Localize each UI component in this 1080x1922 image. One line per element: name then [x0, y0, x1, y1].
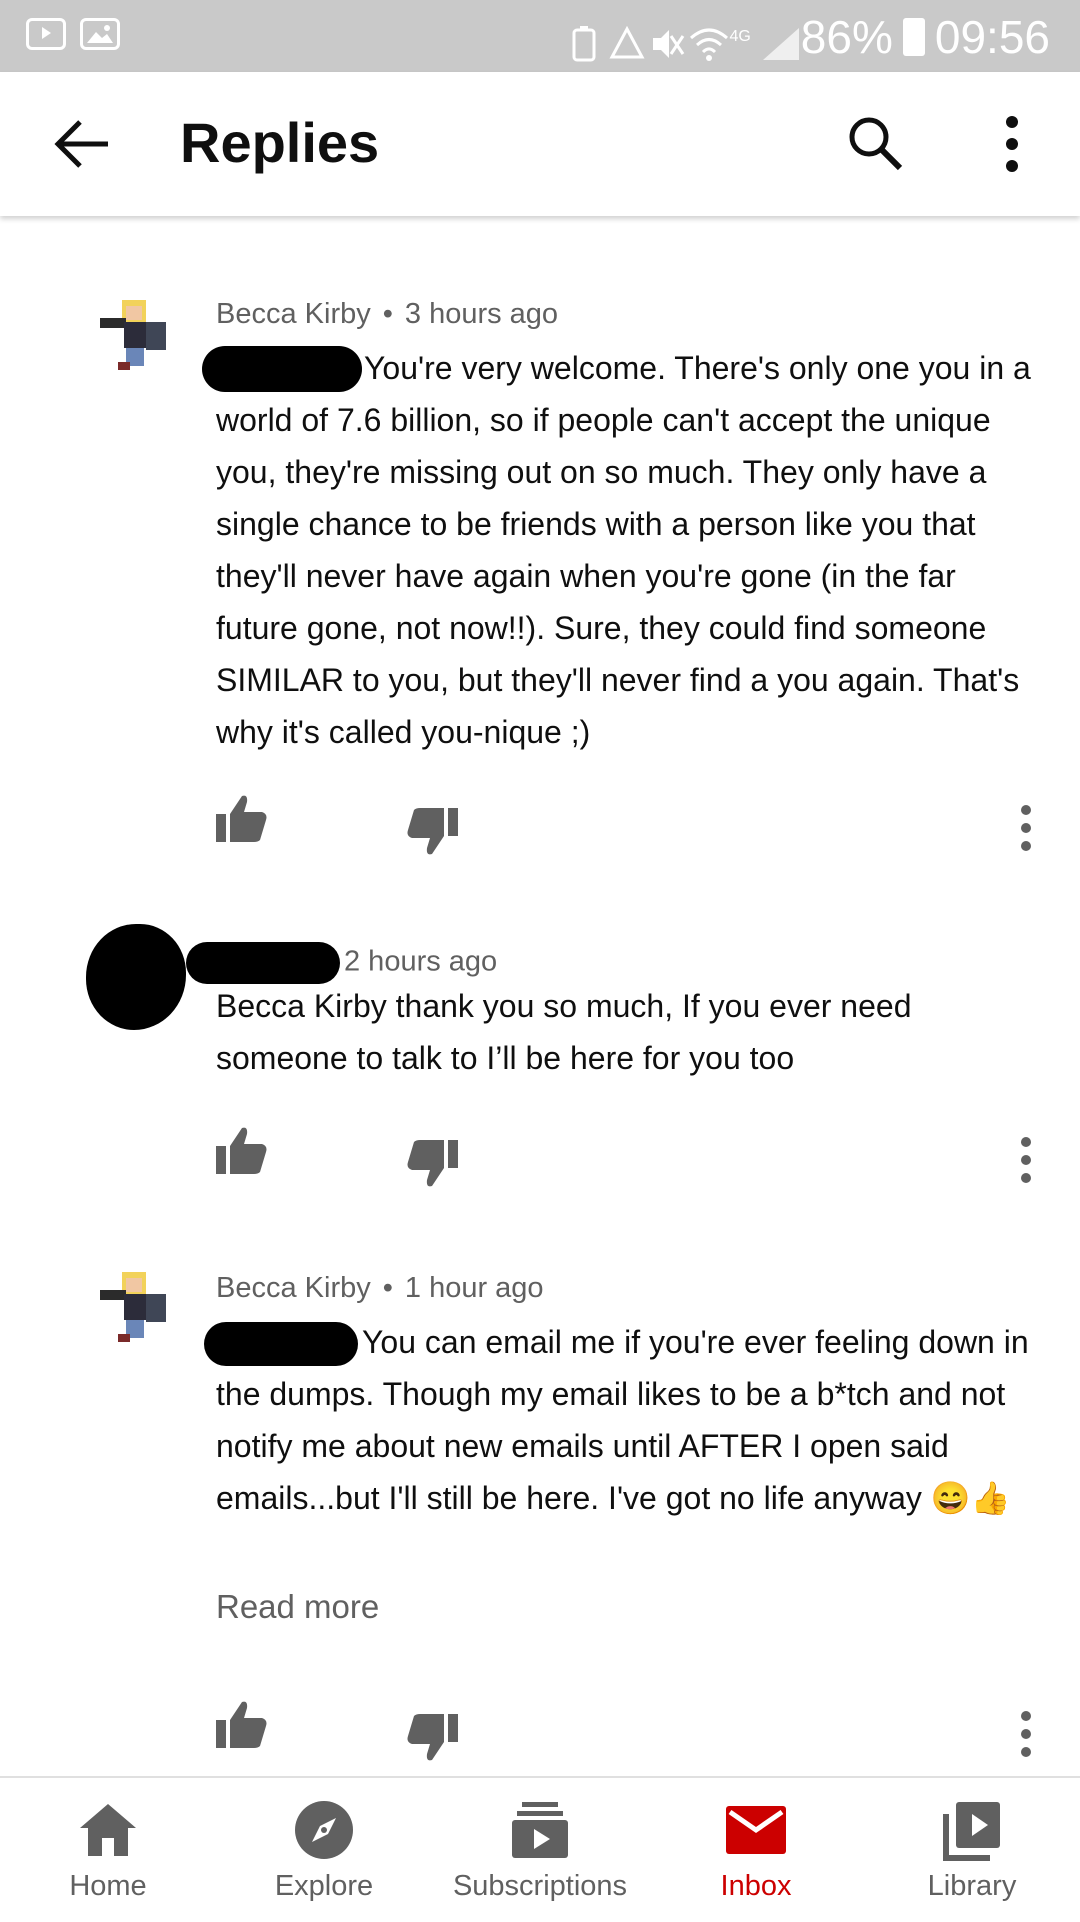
- redacted-mention: [204, 1322, 358, 1366]
- recycle-icon: [609, 19, 645, 59]
- thumbs-up-icon: [216, 1127, 267, 1174]
- explore-icon: [295, 1801, 353, 1859]
- comment-author[interactable]: Becca Kirby: [216, 298, 371, 330]
- page-title: Replies: [180, 111, 380, 174]
- search-icon: [849, 117, 903, 171]
- comment-meta: 2 hours ago: [186, 942, 498, 984]
- avatar-redacted[interactable]: [86, 924, 186, 1030]
- avatar[interactable]: [96, 1268, 172, 1344]
- search-button[interactable]: [844, 112, 908, 176]
- nav-inbox[interactable]: Inbox: [648, 1778, 864, 1922]
- dislike-button[interactable]: [404, 1708, 460, 1764]
- network-type-label: 4G: [729, 28, 751, 45]
- wifi-icon: [689, 19, 729, 61]
- comment-text: Becca Kirby thank you so much, If you ev…: [216, 988, 912, 1076]
- more-vertical-icon: [1021, 1711, 1031, 1757]
- dislike-button[interactable]: [404, 1134, 460, 1190]
- back-button[interactable]: [50, 114, 120, 174]
- comment-meta: Becca Kirby • 1 hour ago: [216, 1272, 544, 1304]
- comment-time: 2 hours ago: [344, 945, 498, 978]
- thumbs-up-icon: [216, 1701, 267, 1748]
- more-vertical-icon: [1006, 116, 1018, 172]
- thumbs-down-icon: [407, 808, 458, 855]
- thumbs-down-icon: [407, 1140, 458, 1187]
- gallery-notification-icon: [80, 18, 120, 50]
- battery-percent: 86%: [800, 11, 893, 63]
- nav-label: Explore: [274, 1870, 374, 1902]
- dislike-button[interactable]: [404, 802, 460, 858]
- app-bar: Replies: [0, 72, 1080, 216]
- read-more-link[interactable]: Read more: [216, 1588, 379, 1626]
- comment-text: You can email me if you're ever feeling …: [204, 1316, 1036, 1524]
- nav-label: Home: [69, 1870, 147, 1902]
- inbox-icon: [726, 1806, 786, 1854]
- arrow-left-icon: [54, 120, 108, 168]
- battery-icon: [902, 18, 925, 56]
- library-icon: [943, 1802, 1000, 1861]
- avatar[interactable]: [96, 296, 172, 372]
- home-icon: [80, 1804, 136, 1856]
- mute-icon: [649, 19, 685, 58]
- comment-text: You're very welcome. There's only one yo…: [202, 342, 1036, 758]
- battery-saver-icon: [569, 19, 599, 62]
- nav-label: Inbox: [720, 1870, 792, 1902]
- subscriptions-icon: [512, 1802, 568, 1858]
- comment-more-button[interactable]: [1010, 1708, 1042, 1760]
- redacted-author: [186, 942, 340, 984]
- comment-time: 1 hour ago: [404, 1272, 544, 1304]
- nav-subscriptions[interactable]: Subscriptions: [432, 1778, 648, 1922]
- redacted-mention: [202, 346, 362, 392]
- youtube-notification-icon: [26, 18, 66, 50]
- thumbs-down-icon: [407, 1714, 458, 1761]
- nav-explore[interactable]: Explore: [216, 1778, 432, 1922]
- like-button[interactable]: [214, 792, 270, 848]
- nav-home[interactable]: Home: [0, 1778, 216, 1922]
- status-time: 09:56: [934, 11, 1050, 63]
- like-button[interactable]: [214, 1124, 270, 1180]
- status-bar: 4G 86% 09:56: [0, 0, 1080, 72]
- comment-more-button[interactable]: [1010, 1134, 1042, 1186]
- comment-time: 3 hours ago: [404, 298, 559, 330]
- bottom-nav: Home Explore Subscriptions Inbox Library: [0, 1776, 1080, 1922]
- more-vertical-icon: [1021, 1137, 1031, 1183]
- comment-more-button[interactable]: [1010, 802, 1042, 854]
- more-vertical-icon: [1021, 805, 1031, 851]
- nav-library[interactable]: Library: [864, 1778, 1080, 1922]
- nav-label: Subscriptions: [452, 1870, 628, 1902]
- like-button[interactable]: [214, 1698, 270, 1754]
- comment-meta: Becca Kirby • 3 hours ago: [216, 298, 559, 330]
- nav-label: Library: [927, 1870, 1017, 1902]
- more-options-button[interactable]: [992, 112, 1032, 176]
- thumbs-up-icon: [216, 795, 267, 842]
- signal-icon: [761, 19, 799, 60]
- comment-author[interactable]: Becca Kirby: [216, 1272, 371, 1304]
